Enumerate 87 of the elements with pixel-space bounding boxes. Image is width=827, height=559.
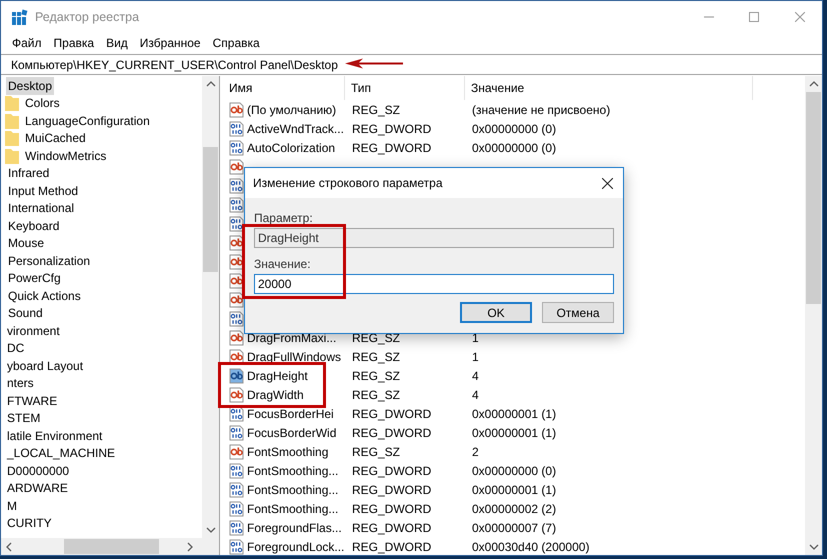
value-type: REG_SZ — [352, 350, 400, 364]
value-data: 0x00000001 (1) — [472, 482, 556, 496]
value-name[interactable]: FocusBorderHei — [247, 404, 334, 422]
tree-item[interactable]: Infrared — [6, 164, 52, 182]
dialog-button[interactable]: OK — [460, 302, 532, 323]
tree-item[interactable]: D00000000 — [5, 462, 72, 480]
column-header[interactable]: Имя — [223, 76, 345, 100]
column-header[interactable]: Значение — [465, 76, 753, 100]
value-type: REG_SZ — [352, 102, 400, 116]
window-title: Редактор реестра — [35, 8, 140, 26]
address-bar[interactable]: Компьютер\HKEY_CURRENT_USER\Control Panel\Desktop — [1, 54, 822, 75]
tree-item[interactable]: Keyboard — [6, 216, 62, 235]
value-name[interactable]: DragFullWindows — [247, 348, 342, 366]
tree-item[interactable]: vironment — [5, 322, 62, 340]
value-name[interactable]: FontSmoothing... — [247, 462, 338, 480]
value-name[interactable]: FontSmoothing — [247, 442, 328, 460]
value-data: 0x00000001 (1) — [472, 426, 556, 440]
value-name[interactable]: FontSmoothing... — [247, 500, 338, 518]
value-data: 0x00030d40 (200000) — [472, 540, 590, 554]
value-type: REG_DWORD — [352, 540, 432, 554]
field-label: Параметр: — [254, 211, 313, 225]
value-type: REG_DWORD — [352, 122, 432, 136]
tree-item[interactable]: Personalization — [6, 252, 92, 270]
tree-item[interactable]: PowerCfg — [6, 269, 63, 288]
dialog-button[interactable]: Отмена — [542, 302, 614, 323]
value-data: 0x00000007 (7) — [472, 520, 556, 534]
value-name[interactable]: FontSmoothing... — [247, 480, 338, 498]
menu-item[interactable]: Правка — [54, 34, 94, 52]
tree-item[interactable]: STEM — [5, 409, 42, 428]
value-field[interactable]: 20000 — [254, 274, 614, 294]
tree-item[interactable]: Colors — [23, 94, 62, 112]
value-type: REG_SZ — [352, 444, 400, 458]
field-label: Значение: — [254, 257, 311, 271]
value-name[interactable]: DragHeight — [247, 366, 308, 384]
value-type: REG_SZ — [352, 368, 400, 382]
value-type: REG_DWORD — [352, 426, 432, 440]
value-type: REG_DWORD — [352, 520, 432, 534]
menu-item[interactable]: Файл — [12, 34, 42, 52]
value-type: REG_DWORD — [352, 482, 432, 496]
tree-item[interactable]: Input Method — [6, 182, 80, 200]
tree-item[interactable]: FTWARE — [5, 392, 60, 410]
value-data: 1 — [472, 350, 479, 364]
tree-item[interactable]: Desktop — [6, 76, 54, 95]
value-data: 2 — [472, 444, 479, 458]
tree-item[interactable]: Sound — [6, 304, 45, 322]
tree-item[interactable]: M — [5, 496, 19, 515]
value-data: 1 — [472, 330, 479, 344]
tree-item[interactable]: _LOCAL_MACHINE — [5, 444, 118, 462]
tree-item[interactable]: yboard Layout — [5, 356, 86, 375]
dialog-title: Изменение строкового параметра — [253, 175, 443, 192]
value-data: 0x00000000 (0) — [472, 464, 556, 478]
value-name[interactable]: (По умолчанию) — [247, 100, 336, 118]
tree-item[interactable]: nters — [5, 374, 36, 392]
tree-item[interactable]: CURITY — [5, 514, 54, 532]
tree-item[interactable]: International — [6, 199, 76, 218]
value-type: REG_DWORD — [352, 406, 432, 420]
value-name[interactable]: ForegroundFlas... — [247, 518, 342, 536]
value-type: REG_DWORD — [352, 464, 432, 478]
tree-item[interactable]: ARDWARE — [5, 479, 70, 498]
menu-item[interactable]: Избранное — [140, 34, 201, 52]
value-type: REG_DWORD — [352, 140, 432, 154]
column-header[interactable]: Тип — [345, 76, 465, 100]
value-data: 0x00000001 (1) — [472, 406, 556, 420]
tree-item[interactable]: DC — [5, 339, 26, 358]
value-name[interactable]: ActiveWndTrack... — [247, 120, 344, 138]
tree-item[interactable]: Quick Actions — [6, 286, 83, 305]
value-data: 4 — [472, 388, 479, 402]
value-name[interactable]: FocusBorderWid — [247, 424, 336, 442]
value-type: REG_SZ — [352, 330, 400, 344]
name-field: DragHeight — [254, 228, 614, 248]
value-name[interactable]: DragWidth — [247, 386, 304, 404]
value-data: 0x00000002 (2) — [472, 502, 556, 516]
value-data: 0x00000000 (0) — [472, 122, 556, 136]
tree-item[interactable]: latile Environment — [5, 426, 104, 445]
tree-item[interactable]: WindowMetrics — [23, 146, 108, 165]
value-name[interactable]: ForegroundLock... — [247, 538, 344, 555]
tree-item[interactable]: LanguageConfiguration — [23, 112, 152, 130]
tree-item[interactable]: Mouse — [6, 234, 46, 252]
value-data: 0x00000000 (0) — [472, 140, 556, 154]
value-type: REG_DWORD — [352, 502, 432, 516]
menu-item[interactable]: Справка — [212, 34, 260, 52]
menu-item[interactable]: Вид — [106, 34, 128, 52]
value-data: 4 — [472, 368, 479, 382]
value-name[interactable]: AutoColorization — [247, 138, 336, 156]
tree-item[interactable]: MuiCached — [23, 129, 88, 148]
value-data: (значение не присвоено) — [472, 102, 610, 116]
value-type: REG_SZ — [352, 388, 400, 402]
